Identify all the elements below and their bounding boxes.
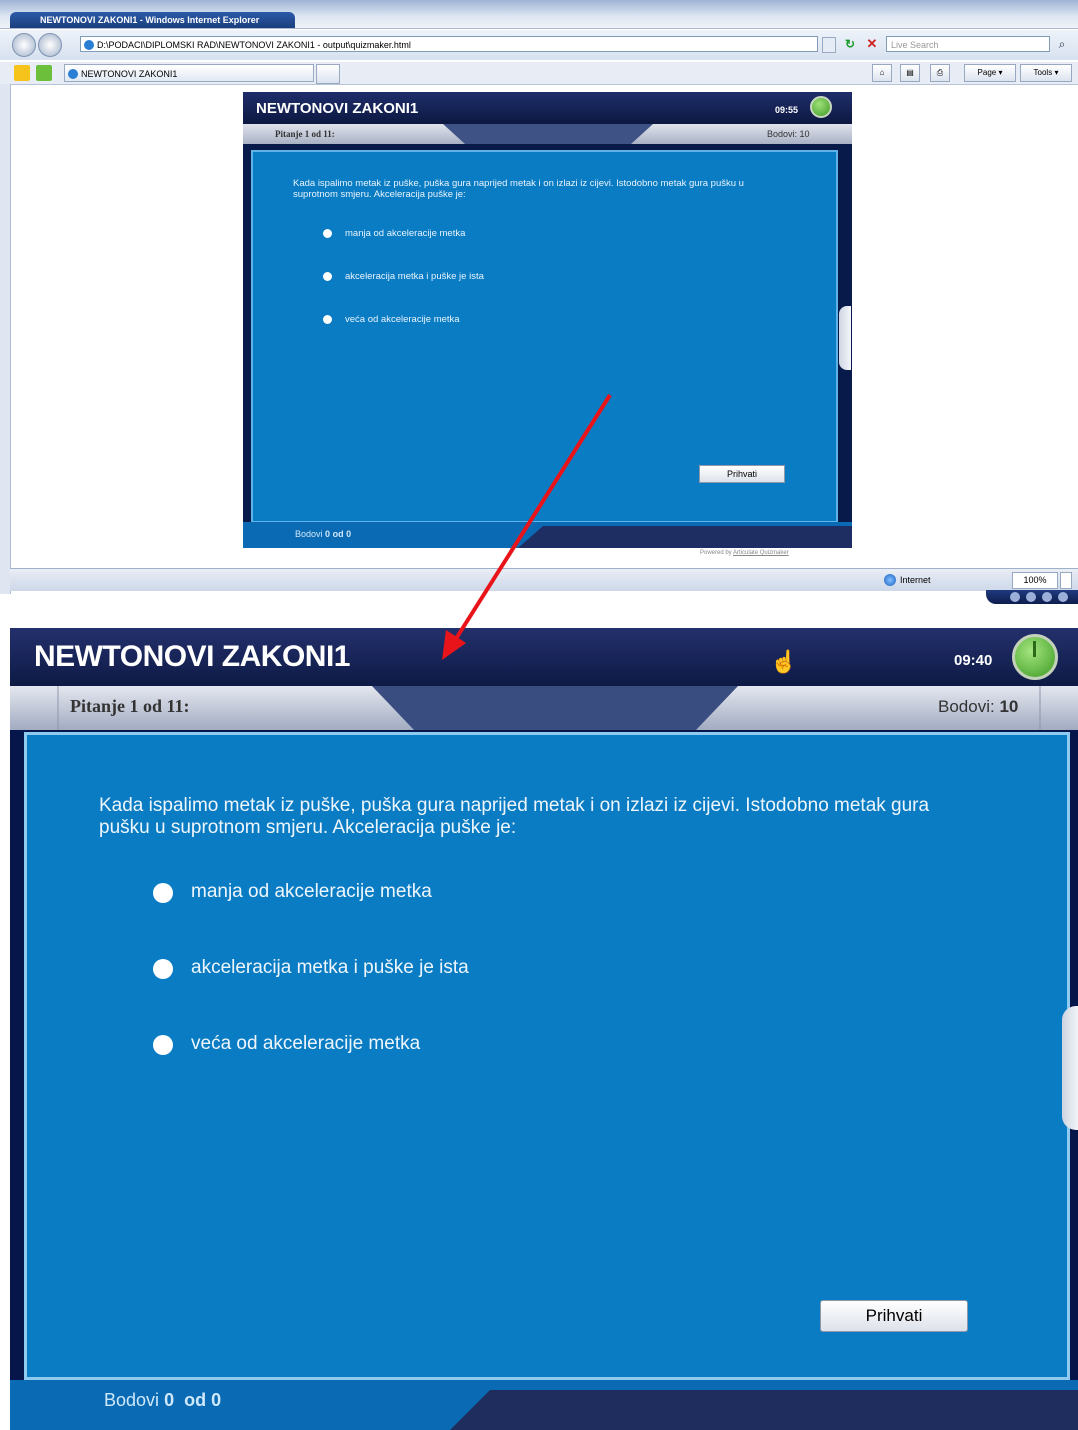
address-field[interactable]: D:\PODACI\DIPLOMSKI RAD\NEWTONOVI ZAKONI…	[80, 36, 818, 52]
title-bar: NEWTONOVI ZAKONI1 - Windows Internet Exp…	[0, 0, 1078, 29]
zoom-button[interactable]: 100%	[1012, 572, 1058, 589]
option-label: akceleracija metka i puške je ista	[345, 271, 484, 282]
print-icon[interactable]: ⎙	[930, 64, 950, 82]
score-total: od 0	[332, 529, 352, 539]
option-label: akceleracija metka i puške je ista	[191, 957, 469, 978]
quiz-header: NEWTONOVI ZAKONI1 ☝ 09:40	[10, 628, 1078, 686]
timer-clock-icon	[810, 96, 832, 118]
window-left-border	[0, 84, 11, 594]
score-label: Bodovi	[104, 1390, 160, 1410]
radio-button[interactable]	[323, 229, 332, 238]
favorites-bar: NEWTONOVI ZAKONI1 ⌂ ▤ ⎙ Page ▾ Tools ▾	[0, 62, 1078, 85]
radio-button[interactable]	[153, 1035, 173, 1055]
question-counter: Pitanje 1 od 11:	[275, 129, 335, 139]
question-text: Kada ispalimo metak iz puške, puška gura…	[293, 178, 744, 200]
tools-menu-button[interactable]: Tools ▾	[1020, 64, 1072, 82]
search-icon[interactable]: ⌕	[1054, 36, 1070, 52]
radio-button[interactable]	[323, 272, 332, 281]
submit-button[interactable]: Prihvati	[820, 1300, 968, 1332]
window-title-tab[interactable]: NEWTONOVI ZAKONI1 - Windows Internet Exp…	[10, 12, 295, 28]
score-total: od 0	[184, 1390, 222, 1410]
stop-icon[interactable]: ✕	[864, 36, 880, 52]
back-button[interactable]	[12, 33, 36, 57]
points-value: 10	[999, 697, 1019, 716]
feeds-icon[interactable]: ▤	[900, 64, 920, 82]
quiz-header: NEWTONOVI ZAKONI1 09:55	[243, 92, 852, 124]
option-label: veća od akceleracije metka	[345, 314, 460, 325]
radio-button[interactable]	[153, 883, 173, 903]
new-tab-button[interactable]	[316, 64, 340, 84]
zone-text: Internet	[900, 575, 931, 585]
option-label: veća od akceleracije metka	[191, 1033, 421, 1054]
question-text: Kada ispalimo metak iz puške, puška gura…	[99, 795, 930, 838]
clock-hand	[1033, 641, 1036, 657]
favorites-star-icon[interactable]	[14, 65, 30, 81]
quiz-preview-small: NEWTONOVI ZAKONI1 09:55 Pitanje 1 od 11:…	[243, 92, 852, 548]
timer-text: 09:55	[775, 105, 799, 115]
tab-label: NEWTONOVI ZAKONI1	[81, 69, 178, 79]
tab-page-icon	[68, 69, 78, 79]
browser-tab[interactable]: NEWTONOVI ZAKONI1	[64, 64, 314, 82]
side-handle[interactable]	[1062, 1006, 1078, 1130]
timer-clock-icon	[1012, 634, 1058, 680]
timer-text: 09:40	[954, 652, 993, 669]
tools-menu-label: Tools	[1033, 68, 1053, 77]
powered-by-label: Powered by	[700, 550, 732, 556]
zoom-dropdown-icon[interactable]	[1060, 572, 1072, 589]
quiz-title: NEWTONOVI ZAKONI1	[256, 100, 419, 117]
points-display: Bodovi: 10	[938, 697, 1018, 717]
refresh-icon[interactable]: ↻	[842, 36, 858, 52]
tray-icon[interactable]	[1010, 592, 1020, 602]
address-text: D:\PODACI\DIPLOMSKI RAD\NEWTONOVI ZAKONI…	[97, 40, 411, 50]
question-panel: Kada ispalimo metak iz puške, puška gura…	[251, 150, 838, 523]
tray-icon[interactable]	[1058, 592, 1068, 602]
score-footer: Bodovi 0 od 0	[10, 1380, 1078, 1430]
quiz-title: NEWTONOVI ZAKONI1	[34, 640, 350, 673]
option-label: manja od akceleracije metka	[345, 228, 466, 239]
forward-button[interactable]	[38, 33, 62, 57]
score-text: Bodovi 0 od 0	[295, 529, 351, 539]
radio-button[interactable]	[323, 315, 332, 324]
quiz-zoomed: NEWTONOVI ZAKONI1 ☝ 09:40 Pitanje 1 od 1…	[10, 628, 1078, 1430]
address-dropdown-icon[interactable]	[822, 37, 836, 53]
score-value: 0	[164, 1390, 175, 1410]
add-favorite-icon[interactable]	[36, 65, 52, 81]
page-menu-label: Page	[977, 68, 997, 77]
tray-icon[interactable]	[1026, 592, 1036, 602]
zoom-level: 100%	[1023, 575, 1047, 585]
submit-button[interactable]: Prihvati	[699, 465, 785, 483]
status-bar: Internet 100%	[10, 568, 1078, 591]
page-menu-button[interactable]: Page ▾	[964, 64, 1016, 82]
question-panel: Kada ispalimo metak iz puške, puška gura…	[24, 732, 1070, 1380]
powered-by-text: Powered by Articulate Quizmaker	[700, 550, 789, 556]
radio-button[interactable]	[153, 959, 173, 979]
address-bar-row: D:\PODACI\DIPLOMSKI RAD\NEWTONOVI ZAKONI…	[0, 30, 1078, 60]
score-label: Bodovi	[295, 529, 323, 539]
option-label: manja od akceleracije metka	[191, 881, 432, 902]
side-handle[interactable]	[839, 306, 851, 370]
globe-icon	[884, 574, 896, 586]
taskbar-tray	[986, 590, 1078, 604]
question-bar: Pitanje 1 od 11: Bodovi: 10	[243, 124, 852, 144]
window-title: NEWTONOVI ZAKONI1 - Windows Internet Exp…	[40, 15, 260, 25]
page-icon	[84, 40, 94, 50]
score-text: Bodovi 0 od 0	[104, 1390, 221, 1411]
points-label: Bodovi: 10	[767, 129, 810, 139]
powered-by-link[interactable]: Articulate Quizmaker	[733, 550, 789, 556]
search-input[interactable]: Live Search	[886, 36, 1050, 52]
browser-window: NEWTONOVI ZAKONI1 - Windows Internet Exp…	[0, 0, 1078, 604]
hand-cursor-icon: ☝	[770, 649, 798, 674]
question-bar: Pitanje 1 od 11: Bodovi: 10	[10, 686, 1078, 730]
home-icon[interactable]: ⌂	[872, 64, 892, 82]
search-placeholder: Live Search	[891, 40, 939, 50]
score-footer: Bodovi 0 od 0	[243, 522, 852, 548]
tray-icon[interactable]	[1042, 592, 1052, 602]
question-counter: Pitanje 1 od 11:	[70, 696, 190, 716]
score-value: 0	[325, 529, 331, 539]
points-label: Bodovi:	[938, 697, 995, 716]
